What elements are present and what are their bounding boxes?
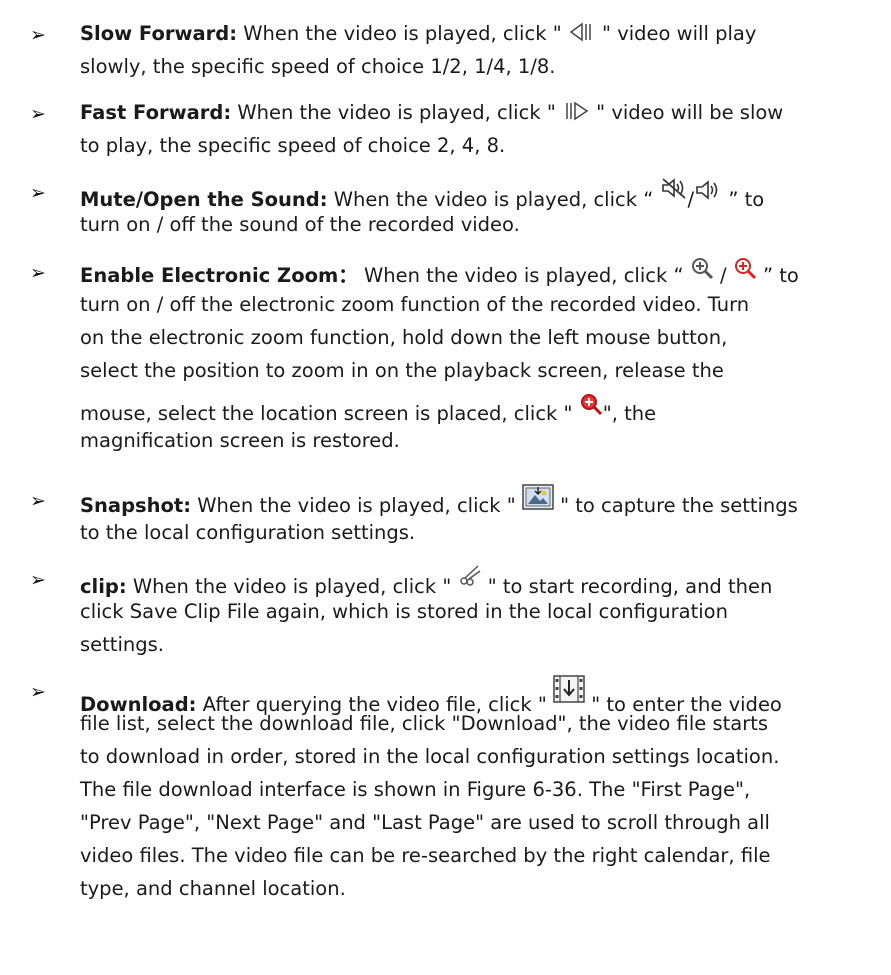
- item-line: to download in order, stored in the loca…: [80, 745, 780, 768]
- bullet-arrow-icon: ➢: [30, 490, 46, 512]
- zoom-in-active-icon: [733, 256, 757, 280]
- item-line: mouse, select the location screen is pla…: [80, 392, 656, 425]
- item-heading: Fast Forward:: [80, 101, 232, 124]
- mute-icon: [660, 176, 688, 200]
- item-line: type, and channel location.: [80, 877, 346, 900]
- speaker-icon: [694, 178, 722, 202]
- item-heading: Slow Forward:: [80, 22, 238, 45]
- zoom-restore-icon: [579, 392, 603, 416]
- item-line: file list, select the download file, cli…: [80, 712, 769, 735]
- item-line: Snapshot: When the video is played, clic…: [80, 484, 798, 517]
- item-heading: clip:: [80, 575, 127, 598]
- bullet-arrow-icon: ➢: [30, 681, 46, 703]
- download-icon: [553, 675, 585, 703]
- item-line: video files. The video file can be re-se…: [80, 844, 771, 867]
- item-line: slowly, the specific speed of choice 1/2…: [80, 55, 556, 78]
- item-line: "Prev Page", "Next Page" and "Last Page"…: [80, 811, 770, 834]
- snapshot-icon: [522, 484, 554, 510]
- item-line: turn on / off the electronic zoom functi…: [80, 293, 750, 316]
- item-line: to play, the specific speed of choice 2,…: [80, 134, 506, 157]
- item-line: magnification screen is restored.: [80, 429, 400, 452]
- scissors-icon: [458, 563, 482, 587]
- item-line: Download: After querying the video file,…: [80, 675, 782, 716]
- item-line: turn on / off the sound of the recorded …: [80, 213, 520, 236]
- manual-page: ➢ Slow Forward: When the video is played…: [0, 0, 891, 975]
- fast-forward-icon: [562, 99, 590, 123]
- item-line: The file download interface is shown in …: [80, 778, 751, 801]
- item-heading: Snapshot:: [80, 494, 192, 517]
- item-line: settings.: [80, 633, 164, 656]
- bullet-arrow-icon: ➢: [30, 103, 46, 125]
- zoom-in-icon: [690, 256, 714, 280]
- bullet-arrow-icon: ➢: [30, 24, 46, 46]
- item-line: Enable Electronic Zoom： When the video i…: [80, 256, 799, 288]
- item-line: on the electronic zoom function, hold do…: [80, 326, 728, 349]
- bullet-arrow-icon: ➢: [30, 182, 46, 204]
- item-line: select the position to zoom in on the pl…: [80, 359, 724, 382]
- item-heading: Enable Electronic Zoom：: [80, 264, 358, 287]
- item-line: clip: When the video is played, click " …: [80, 563, 772, 598]
- item-line: Fast Forward: When the video is played, …: [80, 99, 784, 124]
- item-line: click Save Clip File again, which is sto…: [80, 600, 728, 623]
- item-line: to the local configuration settings.: [80, 521, 416, 544]
- item-heading: Mute/Open the Sound:: [80, 188, 328, 211]
- bullet-arrow-icon: ➢: [30, 262, 46, 284]
- bullet-arrow-icon: ➢: [30, 569, 46, 591]
- item-line: Mute/Open the Sound: When the video is p…: [80, 176, 764, 211]
- slow-forward-icon: [568, 20, 596, 44]
- item-line: Slow Forward: When the video is played, …: [80, 20, 757, 45]
